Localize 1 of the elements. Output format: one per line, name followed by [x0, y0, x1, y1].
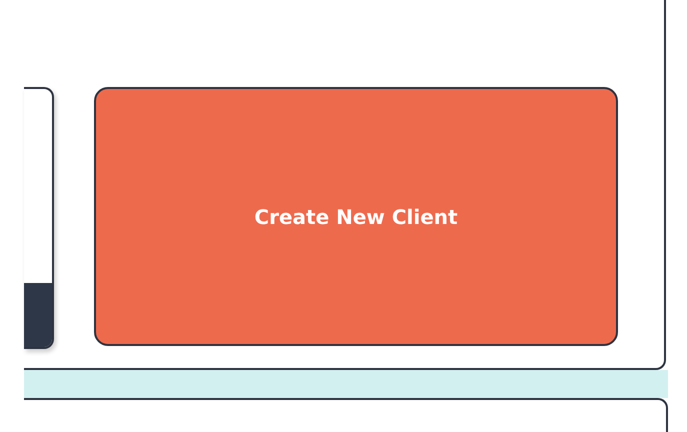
- create-client-button[interactable]: Create New Client: [94, 87, 618, 346]
